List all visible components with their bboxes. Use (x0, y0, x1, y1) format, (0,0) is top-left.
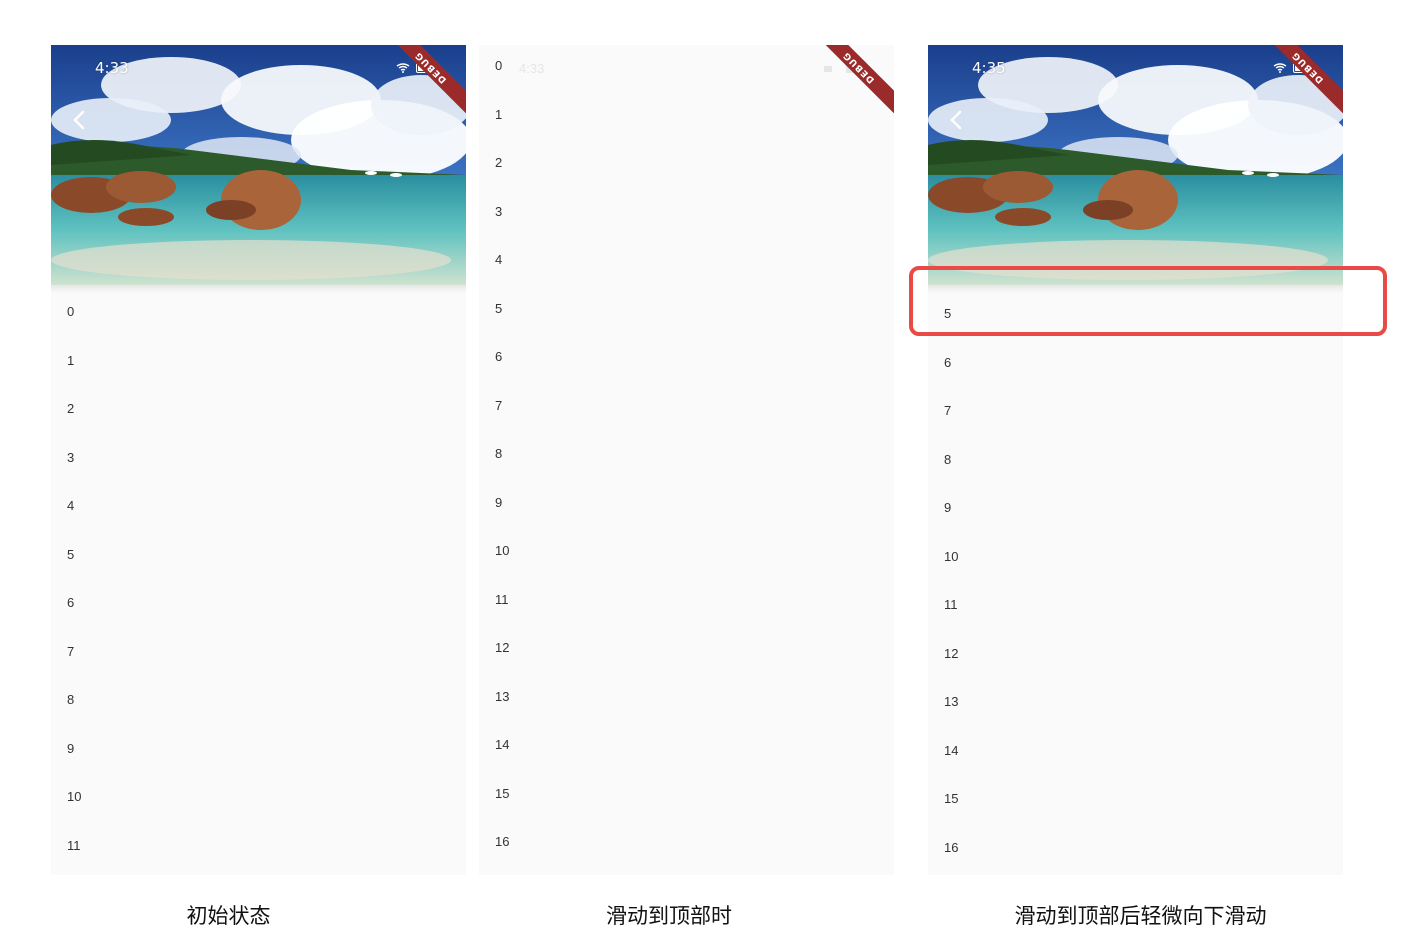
status-time: 4:35 (972, 59, 1006, 77)
status-time: 4:33 (95, 59, 129, 77)
list-item[interactable]: 3 (51, 434, 466, 483)
list-item[interactable]: 6 (479, 333, 894, 382)
list-item[interactable]: 9 (479, 479, 894, 528)
list-item[interactable]: 8 (479, 430, 894, 479)
item-list[interactable]: 5 6 7 8 9 10 11 12 13 14 15 16 (928, 290, 1343, 872)
list-item[interactable]: 15 (479, 770, 894, 819)
list-item[interactable]: 8 (928, 436, 1343, 485)
beach-image (51, 45, 466, 285)
caption-initial: 初始状态 (186, 904, 271, 928)
list-item[interactable]: 9 (51, 725, 466, 774)
list-item[interactable]: 6 (51, 579, 466, 628)
beach-image (928, 45, 1343, 285)
phone-panel-initial: 4:33 DEBUG 0 1 2 3 4 5 6 7 8 9 10 11 (51, 45, 466, 875)
caption-pulled-down: 滑动到顶部后轻微向下滑动 (1014, 904, 1267, 928)
list-item[interactable]: 10 (51, 773, 466, 822)
list-item[interactable]: 6 (928, 339, 1343, 388)
list-item[interactable]: 9 (928, 484, 1343, 533)
list-item[interactable]: 16 (928, 824, 1343, 873)
caption-scrolled-top: 滑动到顶部时 (606, 904, 732, 928)
list-item[interactable]: 5 (479, 285, 894, 334)
list-item[interactable]: 1 (51, 337, 466, 386)
list-item[interactable]: 5 (51, 531, 466, 580)
list-item[interactable]: 7 (928, 387, 1343, 436)
list-item[interactable]: 12 (479, 624, 894, 673)
item-list[interactable]: 0 1 2 3 4 5 6 7 8 9 10 11 (51, 288, 466, 870)
list-item[interactable]: 13 (479, 673, 894, 722)
list-item[interactable]: 4 (479, 236, 894, 285)
phone-panel-pulled-down: 4:35 DEBUG 5 6 7 8 9 10 11 12 13 14 15 1… (928, 45, 1343, 875)
list-item[interactable]: 11 (51, 822, 466, 871)
list-item[interactable]: 11 (479, 576, 894, 625)
list-item[interactable]: 12 (928, 630, 1343, 679)
list-item[interactable]: 4 (51, 482, 466, 531)
list-item[interactable]: 7 (51, 628, 466, 677)
list-item[interactable]: 2 (479, 139, 894, 188)
list-item[interactable]: 16 (479, 818, 894, 867)
app-bar-header: 4:35 DEBUG (928, 45, 1343, 285)
list-item[interactable]: 11 (928, 581, 1343, 630)
item-list[interactable]: 0 1 2 3 4 5 6 7 8 9 10 11 12 13 14 15 16 (479, 45, 894, 867)
list-item[interactable]: 2 (51, 385, 466, 434)
app-bar-header: 4:33 DEBUG (51, 45, 466, 285)
list-item[interactable]: 0 (51, 288, 466, 337)
phone-panel-scrolled-top: 4:33 DEBUG 0 1 2 3 4 5 6 7 8 9 10 11 12 … (479, 45, 894, 875)
chevron-left-icon[interactable] (942, 105, 972, 135)
highlight-box (909, 266, 1387, 336)
wifi-icon (396, 63, 410, 73)
list-item[interactable]: 7 (479, 382, 894, 431)
list-item[interactable]: 13 (928, 678, 1343, 727)
chevron-left-icon[interactable] (65, 105, 95, 135)
list-item[interactable]: 3 (479, 188, 894, 237)
list-item[interactable]: 10 (928, 533, 1343, 582)
list-item[interactable]: 0 (479, 45, 894, 91)
list-item[interactable]: 1 (479, 91, 894, 140)
list-item[interactable]: 10 (479, 527, 894, 576)
list-item[interactable]: 15 (928, 775, 1343, 824)
list-item[interactable]: 8 (51, 676, 466, 725)
list-item[interactable]: 14 (479, 721, 894, 770)
list-item[interactable]: 14 (928, 727, 1343, 776)
wifi-icon (1273, 63, 1287, 73)
